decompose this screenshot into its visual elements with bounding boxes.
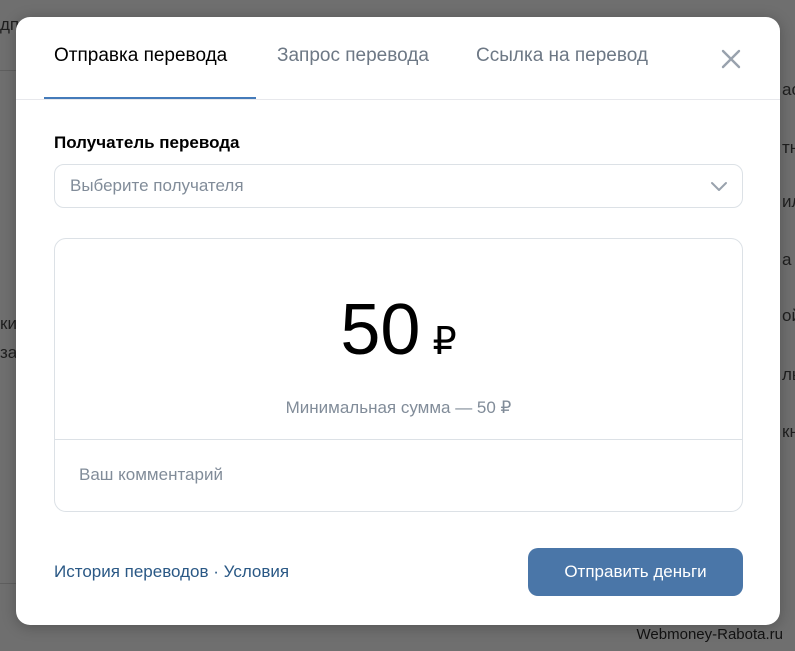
amount-input[interactable]: 50 (340, 290, 420, 370)
recipient-select[interactable]: Выберите получателя (54, 164, 743, 208)
chevron-down-icon (710, 179, 728, 193)
tab-request-transfer[interactable]: Запрос перевода (277, 45, 429, 67)
close-icon[interactable] (719, 47, 743, 71)
watermark: Webmoney-Rabota.ru (636, 626, 783, 643)
link-separator: · (208, 562, 224, 581)
background-text: ас (782, 80, 795, 99)
minimum-amount-note: Минимальная сумма — 50 ₽ (285, 398, 512, 417)
footer-links: История переводов · Условия (54, 562, 289, 582)
background-text: тн (782, 138, 795, 157)
background-text: за (0, 343, 18, 362)
amount-row: 50 ₽ (55, 289, 742, 371)
recipient-placeholder: Выберите получателя (70, 176, 244, 195)
background-divider (0, 583, 16, 584)
tab-bar: Отправка перевода Запрос перевода Ссылка… (16, 17, 780, 100)
background-text: ль (782, 365, 795, 384)
background-text: ки (0, 314, 17, 333)
background-text: кн (782, 422, 795, 441)
background-text: ой (782, 306, 795, 325)
active-tab-indicator (44, 97, 256, 99)
tab-transfer-link[interactable]: Ссылка на перевод (476, 45, 648, 67)
comment-input[interactable]: Ваш комментарий (79, 465, 223, 485)
background-divider (0, 70, 16, 71)
background-text: ил (782, 192, 795, 211)
history-link[interactable]: История переводов (54, 562, 209, 581)
background-text: а (782, 250, 792, 269)
transfer-modal: Отправка перевода Запрос перевода Ссылка… (16, 17, 780, 625)
tab-send-transfer[interactable]: Отправка перевода (54, 45, 227, 67)
recipient-label: Получатель перевода (54, 133, 240, 152)
terms-link[interactable]: Условия (224, 562, 289, 581)
currency-sign: ₽ (432, 321, 457, 363)
amount-card: 50 ₽ Минимальная сумма — 50 ₽ Ваш коммент… (54, 238, 743, 512)
divider (55, 439, 742, 440)
send-money-button[interactable]: Отправить деньги (528, 548, 743, 596)
